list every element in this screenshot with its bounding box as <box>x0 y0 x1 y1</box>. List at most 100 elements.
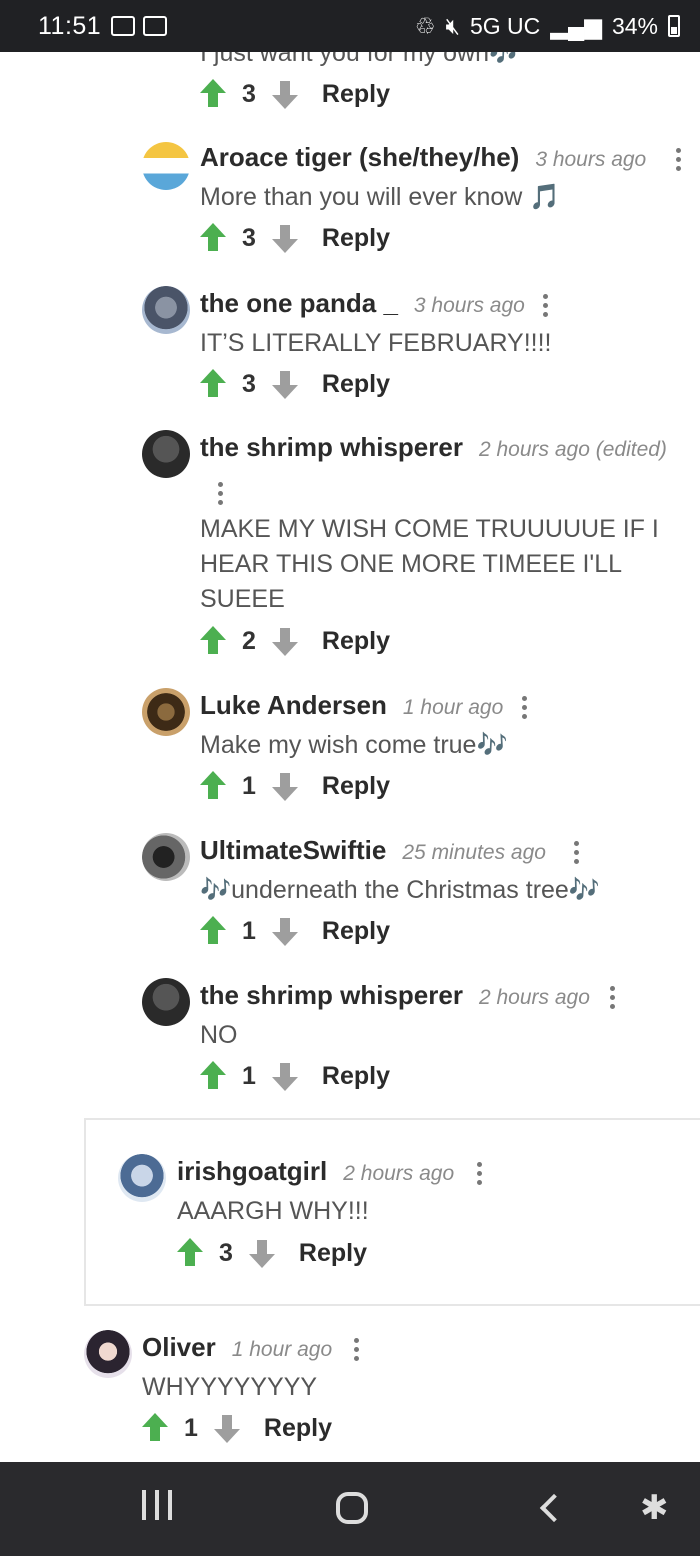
vote-score: 3 <box>242 223 256 252</box>
battery-icon <box>668 15 680 37</box>
comment-body-line: SUEEE <box>200 585 285 613</box>
recents-icon[interactable] <box>142 1490 182 1530</box>
system-nav-bar: ✱ <box>0 1462 700 1556</box>
upvote-icon[interactable] <box>200 626 226 656</box>
accessibility-icon[interactable]: ✱ <box>640 1488 680 1528</box>
comment-body: More than you will ever know <box>200 183 523 211</box>
upvote-icon[interactable] <box>177 1238 203 1268</box>
vote-score: 2 <box>242 626 256 655</box>
home-icon[interactable] <box>336 1492 368 1524</box>
comment-time: 3 hours ago <box>413 294 525 317</box>
upvote-icon[interactable] <box>200 916 226 946</box>
music-notes-icon: 🎶 <box>489 52 521 67</box>
reply-button[interactable]: Reply <box>322 224 390 253</box>
reply-button[interactable]: Reply <box>264 1414 332 1443</box>
comment-body-line: MAKE MY WISH COME TRUUUUUE IF I <box>200 515 659 543</box>
comment-author[interactable]: UltimateSwiftie <box>200 835 386 866</box>
avatar[interactable] <box>142 688 190 736</box>
upvote-icon[interactable] <box>200 771 226 801</box>
comment-author[interactable]: Oliver <box>142 1332 216 1363</box>
music-notes-icon: 🎶 <box>200 876 232 904</box>
vote-score: 3 <box>219 1238 233 1267</box>
comment-author[interactable]: irishgoatgirl <box>177 1156 327 1187</box>
downvote-icon[interactable] <box>271 771 298 801</box>
vote-score: 1 <box>242 1061 256 1090</box>
more-vertical-icon[interactable] <box>574 841 580 865</box>
comment-time: 1 hour ago <box>402 696 504 719</box>
vote-score: 3 <box>242 369 256 398</box>
more-vertical-icon[interactable] <box>522 696 528 720</box>
voicemail-icon <box>111 16 136 36</box>
more-vertical-icon[interactable] <box>610 986 616 1010</box>
avatar[interactable] <box>84 1330 132 1378</box>
reply-button[interactable]: Reply <box>322 917 390 946</box>
comment-body: AAARGH WHY!!! <box>177 1197 369 1225</box>
comment-time: 2 hours ago (edited) <box>478 438 667 461</box>
recycle-icon: ♲ <box>414 12 436 39</box>
comment-author[interactable]: the one panda _ <box>200 288 398 319</box>
downvote-icon[interactable] <box>213 1413 240 1443</box>
comment-body-line: HEAR THIS ONE MORE TIMEEE I'LL <box>200 550 622 578</box>
comment-body: IT’S LITERALLY FEBRUARY!!!! <box>200 329 552 357</box>
vote-score: 1 <box>184 1413 198 1442</box>
reply-button[interactable]: Reply <box>322 627 390 656</box>
comment-author[interactable]: Luke Andersen <box>200 690 387 721</box>
music-notes-icon: 🎶 <box>476 731 508 759</box>
upvote-icon[interactable] <box>200 79 226 109</box>
comment-author[interactable]: the shrimp whisperer <box>200 980 463 1011</box>
downvote-icon[interactable] <box>271 916 298 946</box>
comment-time: 2 hours ago <box>343 1162 455 1185</box>
downvote-icon[interactable] <box>271 223 298 253</box>
network-label: 5G UC <box>469 12 541 39</box>
downvote-icon[interactable] <box>271 79 298 109</box>
downvote-icon[interactable] <box>271 626 298 656</box>
avatar[interactable] <box>142 430 190 478</box>
more-vertical-icon[interactable] <box>676 148 682 172</box>
comment-time: 2 hours ago <box>478 986 590 1009</box>
music-note-icon: 🎵 <box>529 183 561 211</box>
status-time: 11:51 <box>38 11 102 40</box>
reply-button[interactable]: Reply <box>322 772 390 801</box>
more-vertical-icon[interactable] <box>477 1162 483 1186</box>
more-vertical-icon[interactable] <box>218 482 224 506</box>
mute-icon: 🔇︎ <box>445 12 460 39</box>
avatar[interactable] <box>142 142 190 190</box>
downvote-icon[interactable] <box>271 369 298 399</box>
battery-percent: 34% <box>611 12 658 39</box>
upvote-icon[interactable] <box>200 223 226 253</box>
avatar[interactable] <box>142 833 190 881</box>
more-vertical-icon[interactable] <box>543 294 549 318</box>
image-icon <box>143 16 168 36</box>
comment-body: NO <box>200 1021 238 1049</box>
signal-icon: ▂▄▆ <box>550 12 602 39</box>
comment-body: Make my wish come true <box>200 731 477 759</box>
upvote-icon[interactable] <box>200 1061 226 1091</box>
upvote-icon[interactable] <box>142 1413 168 1443</box>
music-notes-icon: 🎶 <box>568 876 600 904</box>
comment-author[interactable]: the shrimp whisperer <box>200 432 463 463</box>
vote-score: 3 <box>242 79 256 108</box>
downvote-icon[interactable] <box>271 1061 298 1091</box>
avatar[interactable] <box>142 286 190 334</box>
vote-score: 1 <box>242 916 256 945</box>
downvote-icon[interactable] <box>248 1238 275 1268</box>
comment-body: I just want you for my own <box>200 52 490 67</box>
back-icon[interactable] <box>539 1493 569 1523</box>
comment-body: underneath the Christmas tree <box>231 876 569 904</box>
comment-author[interactable]: Aroace tiger (she/they/he) <box>200 142 519 173</box>
comment-time: 25 minutes ago <box>402 841 546 864</box>
comment-time: 1 hour ago <box>231 1338 333 1361</box>
avatar[interactable] <box>118 1154 166 1202</box>
avatar[interactable] <box>142 978 190 1026</box>
reply-button[interactable]: Reply <box>322 370 390 399</box>
comments-list: I just want you for my own🎶 3 Reply Aroa… <box>0 52 700 1462</box>
more-vertical-icon[interactable] <box>354 1338 360 1362</box>
comment-body: WHYYYYYYYY <box>142 1373 318 1401</box>
reply-button[interactable]: Reply <box>299 1239 367 1268</box>
comment-time: 3 hours ago <box>535 148 647 171</box>
reply-button[interactable]: Reply <box>322 80 390 109</box>
vote-score: 1 <box>242 771 256 800</box>
status-bar: 11:51 ♲ 🔇︎ 5G UC ▂▄▆ 34% <box>0 0 700 52</box>
reply-button[interactable]: Reply <box>322 1062 390 1091</box>
upvote-icon[interactable] <box>200 369 226 399</box>
